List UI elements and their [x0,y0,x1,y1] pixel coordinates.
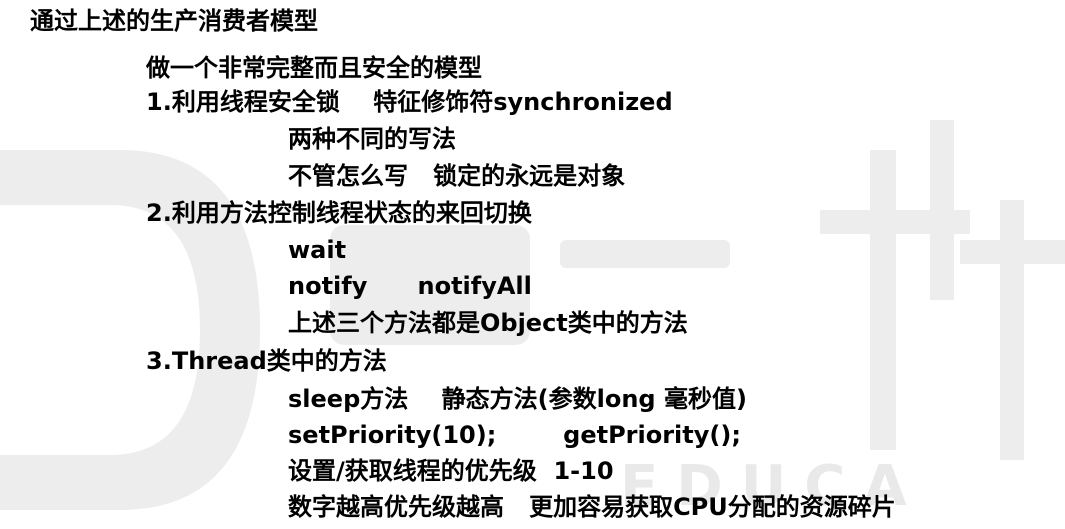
doc-line-5: 不管怎么写 锁定的永远是对象 [288,162,626,190]
doc-line-12: setPriority(10); getPriority(); [288,421,741,449]
doc-line-4: 两种不同的写法 [288,125,456,153]
doc-line-6: 2.利用方法控制线程状态的来回切换 [146,199,532,227]
doc-line-8: notify notifyAll [288,272,532,300]
doc-line-14: 数字越高优先级越高 更加容易获取CPU分配的资源碎片 [288,493,896,521]
doc-line-13: 设置/获取线程的优先级 1-10 [288,457,614,485]
doc-line-2: 做一个非常完整而且安全的模型 [146,54,482,82]
doc-line-3: 1.利用线程安全锁 特征修饰符synchronized [146,88,673,116]
doc-line-7: wait [288,236,347,264]
slide-canvas: EDUCA 通过上述的生产消费者模型 做一个非常完整而且安全的模型 1.利用线程… [0,0,1065,529]
doc-line-9: 上述三个方法都是Object类中的方法 [288,309,688,337]
doc-line-10: 3.Thread类中的方法 [146,347,387,375]
doc-line-1: 通过上述的生产消费者模型 [30,7,318,35]
doc-line-11: sleep方法 静态方法(参数long 毫秒值) [288,385,747,413]
